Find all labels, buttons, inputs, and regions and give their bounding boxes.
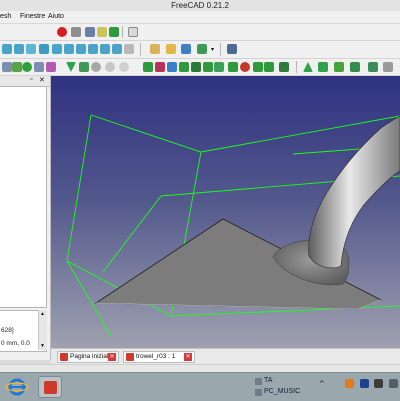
- view-front-icon[interactable]: [52, 44, 62, 54]
- edit-macro-icon[interactable]: [97, 27, 107, 37]
- close-icon[interactable]: ✕: [108, 353, 116, 361]
- mesh-cross-sections-icon[interactable]: [318, 62, 328, 72]
- fit-all-icon[interactable]: [2, 44, 12, 54]
- tab-label: Pagina iniziale: [70, 353, 112, 360]
- tray-app-icon[interactable]: [374, 379, 383, 388]
- mesh-smooth-icon[interactable]: [79, 62, 89, 72]
- view-icon[interactable]: [128, 27, 138, 37]
- freecad-icon: [126, 353, 134, 361]
- trowel-handle: [308, 115, 400, 269]
- link-actions-icon[interactable]: [197, 44, 207, 54]
- freecad-icon: [44, 381, 57, 394]
- whats-this-icon[interactable]: [227, 44, 237, 54]
- network-drive-icon: [255, 389, 262, 396]
- macros-icon[interactable]: [85, 27, 95, 37]
- toolbar-separator: [296, 61, 297, 73]
- toolbar-separator: [140, 43, 141, 56]
- scroll-up-icon[interactable]: ▲: [40, 311, 45, 317]
- view-isometric-icon[interactable]: [39, 44, 49, 54]
- toolbar-mesh: [0, 59, 400, 76]
- mesh-evaluate-icon[interactable]: [46, 62, 56, 72]
- property-scrollbar[interactable]: ▲ ▼: [38, 310, 47, 350]
- mesh-build-icon[interactable]: [228, 62, 238, 72]
- internet-explorer-icon[interactable]: [5, 376, 29, 398]
- view-rear-icon[interactable]: [88, 44, 98, 54]
- run-macro-icon[interactable]: [109, 27, 119, 37]
- ie-logo: [5, 378, 29, 396]
- property-value: 628]: [1, 327, 14, 334]
- tab-trowel-document[interactable]: trowel_r03 : 1 ✕: [123, 351, 195, 363]
- mesh-scale-icon[interactable]: [214, 62, 224, 72]
- toolbar-separator: [220, 43, 221, 56]
- freecad-taskbar-button[interactable]: [38, 376, 62, 398]
- model-tree[interactable]: [0, 86, 47, 308]
- close-icon[interactable]: ✕: [39, 76, 45, 84]
- mesh-difference-icon[interactable]: [119, 62, 129, 72]
- 3d-viewport[interactable]: [51, 76, 400, 348]
- menu-bar: esh Finestre Aiuto: [0, 11, 400, 24]
- property-value: 0 mm, 0.0: [1, 340, 30, 347]
- tab-start-page[interactable]: Pagina iniziale ✕: [57, 351, 119, 363]
- mesh-segment-icon[interactable]: [167, 62, 177, 72]
- toolbar-separator: [122, 26, 123, 38]
- toolbar-views: ▾: [0, 41, 400, 59]
- fit-selection-icon[interactable]: [14, 44, 24, 54]
- mesh-export-icon[interactable]: [12, 62, 22, 72]
- network-drive-icon: [255, 378, 262, 385]
- network-icon[interactable]: [389, 379, 398, 388]
- mesh-cut-icon[interactable]: [143, 62, 153, 72]
- mesh-remove-components-icon[interactable]: [179, 62, 189, 72]
- mesh-trim-icon[interactable]: [155, 62, 165, 72]
- mesh-harmonize-icon[interactable]: [66, 62, 76, 72]
- draw-style-icon[interactable]: [26, 44, 36, 54]
- chevron-down-icon[interactable]: ▾: [211, 46, 216, 53]
- tray-item-pc-music[interactable]: PC_MUSIC: [264, 388, 300, 395]
- view-right-icon[interactable]: [76, 44, 86, 54]
- measure-icon[interactable]: [124, 44, 134, 54]
- mesh-intersection-icon[interactable]: [105, 62, 115, 72]
- bluetooth-icon[interactable]: [360, 379, 369, 388]
- mesh-polysplit-icon[interactable]: [334, 62, 344, 72]
- mesh-union-icon[interactable]: [91, 62, 101, 72]
- 3d-scene: [66, 114, 400, 337]
- mesh-polytrim-icon[interactable]: [368, 62, 378, 72]
- tray-app-icon[interactable]: [345, 379, 354, 388]
- view-top-icon[interactable]: [64, 44, 74, 54]
- menu-help[interactable]: Aiuto: [48, 13, 64, 20]
- mesh-flip-icon[interactable]: [203, 62, 213, 72]
- mesh-fill-holes-icon[interactable]: [191, 62, 201, 72]
- menu-windows[interactable]: Finestre: [20, 13, 45, 20]
- menu-mesh[interactable]: esh: [0, 13, 11, 20]
- scroll-down-icon[interactable]: ▼: [40, 343, 45, 349]
- link-icon[interactable]: [181, 44, 191, 54]
- create-part-icon[interactable]: [150, 44, 160, 54]
- float-icon[interactable]: ▫: [30, 76, 32, 83]
- mesh-analyze-icon[interactable]: [34, 62, 44, 72]
- freecad-icon: [60, 353, 68, 361]
- mesh-refine-icon[interactable]: [264, 62, 274, 72]
- mesh-split-icon[interactable]: [279, 62, 289, 72]
- window-title: FreeCAD 0.21.2: [171, 1, 229, 10]
- create-group-icon[interactable]: [166, 44, 176, 54]
- mesh-polycut-icon[interactable]: [350, 62, 360, 72]
- view-left-icon[interactable]: [112, 44, 122, 54]
- tray-item-ta[interactable]: TA: [264, 377, 272, 384]
- mesh-curvature-icon[interactable]: [240, 62, 250, 72]
- mesh-segment-best-fit-icon[interactable]: [383, 62, 393, 72]
- record-macro-icon[interactable]: [57, 27, 67, 37]
- close-icon[interactable]: ✕: [184, 353, 192, 361]
- mesh-section-icon[interactable]: [303, 62, 313, 72]
- stop-macro-icon[interactable]: [71, 27, 81, 37]
- mesh-decimate-icon[interactable]: [253, 62, 263, 72]
- toolbar-macro-view: ▼: [0, 24, 400, 61]
- chevron-up-icon[interactable]: ⌃: [318, 379, 326, 390]
- document-tab-bar: Pagina iniziale ✕ trowel_r03 : 1 ✕: [51, 348, 400, 365]
- mesh-import-icon[interactable]: [2, 62, 12, 72]
- windows-taskbar: TA PC_MUSIC ⌃: [0, 372, 400, 401]
- tab-label: trowel_r03 : 1: [136, 353, 176, 360]
- mesh-from-shape-icon[interactable]: [22, 62, 32, 72]
- view-bottom-icon[interactable]: [100, 44, 110, 54]
